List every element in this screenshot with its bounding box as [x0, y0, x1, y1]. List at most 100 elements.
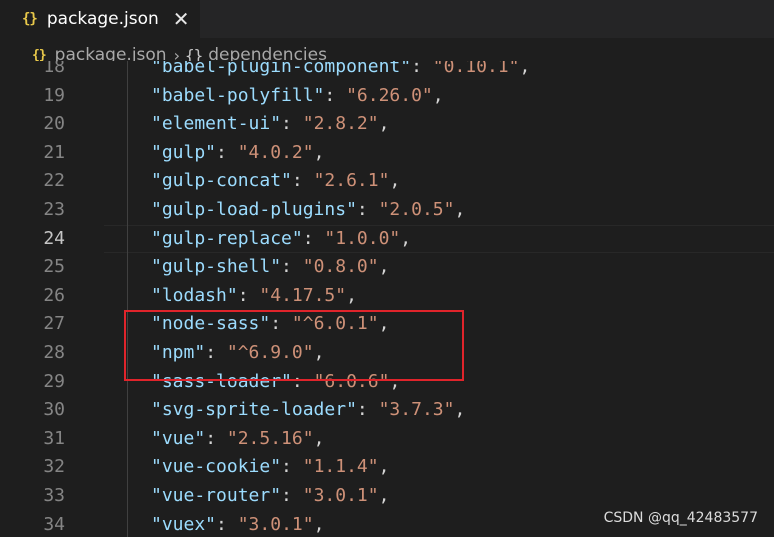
code-line[interactable]: 24 "gulp-replace": "1.0.0", — [0, 224, 774, 254]
json-key: "babel-polyfill" — [151, 84, 325, 106]
json-value: "0.10.1" — [432, 61, 520, 77]
comma-punctuation: , — [454, 199, 466, 220]
json-value: "2.6.1" — [313, 170, 390, 192]
code-line[interactable]: 33 "vue-router": "3.0.1", — [0, 482, 774, 511]
json-value: "3.0.1" — [237, 513, 314, 535]
code-line[interactable]: 26 "lodash": "4.17.5", — [0, 282, 774, 311]
line-number: 21 — [43, 141, 65, 163]
code-line[interactable]: 22 "gulp-concat": "2.6.1", — [0, 167, 774, 196]
code-text: "gulp": "4.0.2", — [151, 139, 324, 168]
colon-punctuation: : — [281, 113, 303, 135]
json-key: "svg-sprite-loader" — [151, 399, 357, 421]
line-number: 25 — [43, 256, 65, 278]
comma-punctuation: , — [313, 513, 325, 535]
code-text: "babel-polyfill": "6.26.0", — [151, 82, 444, 111]
json-value: "2.8.2" — [302, 113, 379, 135]
colon-punctuation: : — [205, 427, 227, 449]
comma-punctuation: , — [378, 485, 390, 506]
code-text: "vue": "2.5.16", — [151, 425, 324, 454]
code-text: "gulp-shell": "0.8.0", — [151, 253, 389, 282]
json-value: "2.0.5" — [378, 199, 455, 220]
code-line[interactable]: 31 "vue": "2.5.16", — [0, 425, 774, 454]
json-key: "element-ui" — [151, 113, 282, 135]
line-number: 32 — [43, 456, 65, 478]
comma-punctuation: , — [389, 170, 401, 192]
comma-punctuation: , — [378, 256, 390, 278]
line-number: 22 — [43, 170, 65, 192]
colon-punctuation: : — [237, 284, 260, 306]
code-text: "gulp-replace": "1.0.0", — [151, 225, 411, 254]
json-value: "0.8.0" — [302, 256, 379, 278]
code-text: "svg-sprite-loader": "3.7.3", — [151, 396, 465, 425]
line-number: 24 — [43, 227, 65, 249]
tab-bar: {} package.json ✕ — [0, 0, 774, 38]
json-key: "vuex" — [151, 513, 217, 535]
indent-guide — [127, 61, 128, 537]
code-line[interactable]: 25 "gulp-shell": "0.8.0", — [0, 253, 774, 282]
json-key: "gulp-shell" — [151, 256, 282, 278]
comma-punctuation: , — [519, 61, 531, 77]
colon-punctuation: : — [281, 456, 303, 478]
json-key: "gulp-load-plugins" — [151, 199, 357, 220]
json-key: "babel-plugin-component" — [151, 61, 412, 77]
comma-punctuation: , — [400, 227, 412, 249]
colon-punctuation: : — [324, 84, 347, 106]
highlight-annotation-box — [124, 310, 464, 381]
json-braces-icon: {} — [22, 11, 38, 27]
colon-punctuation: : — [281, 485, 303, 506]
colon-punctuation: : — [216, 513, 238, 535]
code-text: "element-ui": "2.8.2", — [151, 110, 389, 139]
json-key: "vue-router" — [151, 485, 282, 506]
json-key: "vue" — [151, 427, 206, 449]
code-line[interactable]: 19 "babel-polyfill": "6.26.0", — [0, 82, 774, 111]
code-text: "babel-plugin-component": "0.10.1", — [151, 61, 530, 82]
json-key: "gulp-concat" — [151, 170, 292, 192]
json-key: "vue-cookie" — [151, 456, 282, 478]
colon-punctuation: : — [356, 399, 379, 421]
code-line[interactable]: 32 "vue-cookie": "1.1.4", — [0, 453, 774, 482]
json-value: "4.0.2" — [237, 141, 314, 163]
code-text: "gulp-concat": "2.6.1", — [151, 167, 400, 196]
watermark: CSDN @qq_42483577 — [603, 510, 758, 526]
code-text: "lodash": "4.17.5", — [151, 282, 357, 311]
code-editor[interactable]: 18 "babel-plugin-component": "0.10.1", 19 "… — [0, 61, 774, 537]
code-line[interactable]: 23 "gulp-load-plugins": "2.0.5", — [0, 196, 774, 225]
line-number: 34 — [43, 513, 65, 535]
line-number: 33 — [43, 485, 65, 506]
code-text: "vue-router": "3.0.1", — [151, 482, 389, 511]
tab-title: package.json — [46, 9, 159, 29]
line-number: 29 — [43, 370, 65, 392]
comma-punctuation: , — [313, 427, 325, 449]
comma-punctuation: , — [346, 284, 357, 306]
line-number: 26 — [43, 284, 65, 306]
json-value: "3.0.1" — [302, 485, 379, 506]
code-line[interactable]: 30 "svg-sprite-loader": "3.7.3", — [0, 396, 774, 425]
code-line[interactable]: 18 "babel-plugin-component": "0.10.1", — [0, 61, 774, 82]
json-value: "1.1.4" — [302, 456, 379, 478]
tab-package-json[interactable]: {} package.json ✕ — [0, 0, 200, 38]
code-line[interactable]: 21 "gulp": "4.0.2", — [0, 139, 774, 168]
colon-punctuation: : — [356, 199, 379, 220]
code-text: "vue-cookie": "1.1.4", — [151, 453, 389, 482]
line-number: 20 — [43, 113, 65, 135]
close-icon[interactable]: ✕ — [173, 9, 190, 29]
json-key: "lodash" — [151, 284, 238, 306]
comma-punctuation: , — [454, 399, 466, 421]
colon-punctuation: : — [302, 227, 325, 249]
json-value: "1.0.0" — [324, 227, 401, 249]
line-number: 19 — [43, 84, 65, 106]
line-number: 28 — [43, 342, 65, 363]
code-text: "vuex": "3.0.1", — [151, 511, 324, 537]
line-number: 31 — [43, 427, 65, 449]
colon-punctuation: : — [216, 141, 238, 163]
line-number: 18 — [43, 61, 65, 77]
colon-punctuation: : — [291, 170, 314, 192]
json-key: "gulp-replace" — [151, 227, 303, 249]
line-number: 30 — [43, 399, 65, 421]
json-value: "2.5.16" — [226, 427, 314, 449]
comma-punctuation: , — [378, 456, 390, 478]
code-line[interactable]: 20 "element-ui": "2.8.2", — [0, 110, 774, 139]
colon-punctuation: : — [411, 61, 433, 77]
comma-punctuation: , — [378, 113, 390, 135]
json-value: "6.26.0" — [346, 84, 433, 106]
